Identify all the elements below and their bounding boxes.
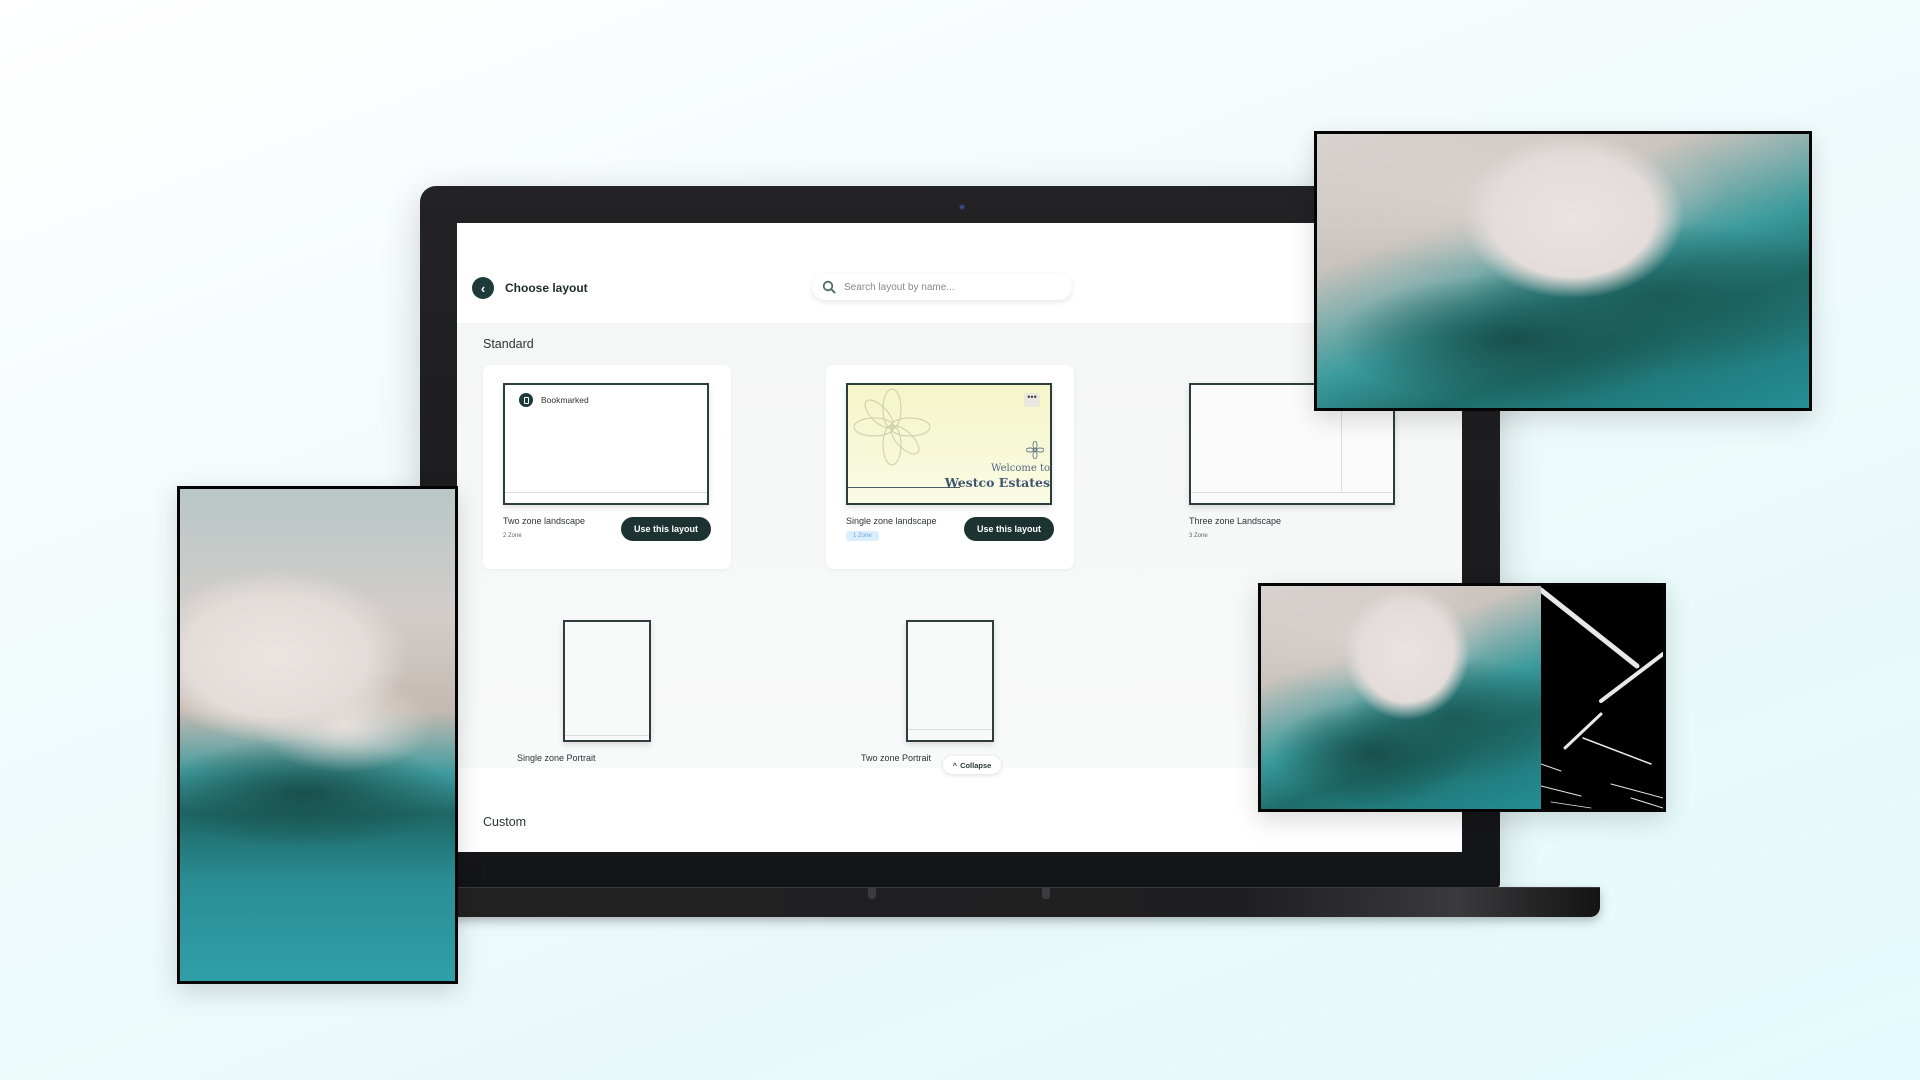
display-split-preview [1258, 583, 1666, 812]
layout-preview: ••• Welcome to Westco Estates [846, 383, 1052, 505]
zone-divider [908, 729, 992, 730]
layout-name: Single zone landscape [846, 516, 937, 526]
bookmarked-label: Bookmarked [541, 395, 589, 405]
bookmarked-badge: Bookmarked [519, 393, 589, 407]
layout-card-single-zone-landscape[interactable]: ••• Welcome to Westco Estates Single zon… [826, 365, 1074, 569]
more-options-icon[interactable]: ••• [1024, 393, 1040, 407]
zone-divider [1191, 492, 1393, 493]
zone-divider [565, 735, 649, 736]
back-button[interactable]: ‹ [472, 277, 494, 299]
header: ‹ Choose layout [457, 223, 1462, 323]
zone-count: 2 Zone [503, 533, 522, 539]
layout-preview-two-zone-portrait[interactable] [906, 620, 994, 742]
flower-decoration-icon [853, 388, 931, 466]
use-layout-button[interactable]: Use this layout [964, 517, 1054, 541]
layout-name: Two zone Portrait [861, 753, 932, 763]
search-bar[interactable] [812, 274, 1072, 300]
laptop-hinge [1042, 887, 1050, 899]
layout-card-two-zone-landscape[interactable]: Bookmarked Two zone landscape 2 Zone Use… [483, 365, 731, 569]
webcam [959, 204, 965, 210]
display-portrait-preview [177, 486, 458, 984]
chevron-left-icon: ‹ [480, 280, 486, 296]
split-zone-aerial-image [1261, 586, 1541, 809]
layout-name: Single zone Portrait [517, 753, 596, 763]
preview-estate-text: Westco Estates [944, 475, 1050, 490]
page-title: Choose layout [505, 281, 588, 295]
zone-divider [505, 492, 707, 493]
preview-welcome-text: Welcome to [991, 463, 1050, 474]
section-title-standard: Standard [483, 337, 534, 351]
flower-logo-icon [1026, 441, 1044, 459]
zone-count-badge: 1 Zone [846, 531, 879, 541]
bookmark-icon [519, 393, 533, 407]
laptop-base [420, 887, 1600, 917]
collapse-label: Collapse [960, 760, 992, 770]
layout-preview: Bookmarked [503, 383, 709, 505]
preview-rule [848, 487, 960, 488]
search-input[interactable] [844, 281, 1044, 293]
chevron-up-icon: ^ [952, 760, 958, 770]
collapse-button[interactable]: ^ Collapse [943, 756, 1001, 774]
zone-count: 3 Zone [1189, 533, 1208, 539]
split-zone-light-lines-image [1538, 586, 1663, 809]
display-landscape-preview [1314, 131, 1812, 411]
layout-preview-single-zone-portrait[interactable] [563, 620, 651, 742]
layout-name: Two zone landscape [503, 516, 586, 526]
laptop-hinge [868, 887, 876, 899]
search-icon [822, 280, 836, 294]
layout-name: Three zone Landscape [1189, 516, 1282, 526]
section-title-custom: Custom [483, 815, 527, 829]
use-layout-button[interactable]: Use this layout [621, 517, 711, 541]
